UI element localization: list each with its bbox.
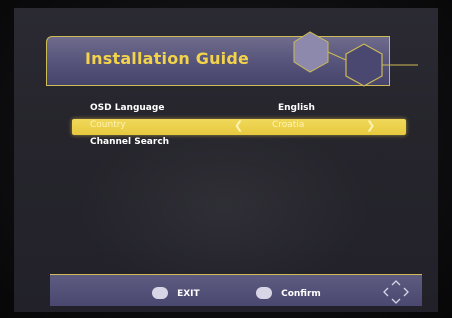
tv-screen: Installation Guide OSD Language English … (14, 8, 438, 312)
osd-language-value: English (278, 103, 315, 113)
country-value: Croatia (272, 120, 305, 130)
dpad-arrows-icon (383, 280, 409, 304)
ok-key-icon (256, 286, 272, 299)
settings-menu: OSD Language English Country ❮ Croatia ❯… (14, 8, 438, 312)
chevron-left-icon[interactable]: ❮ (234, 119, 243, 132)
channel-search-label: Channel Search (90, 137, 170, 147)
exit-key-icon (152, 286, 168, 299)
confirm-label: Confirm (281, 288, 321, 299)
menu-row-osd-language[interactable]: OSD Language English (72, 102, 406, 118)
exit-label: EXIT (177, 288, 200, 299)
exit-button[interactable]: EXIT (152, 283, 200, 299)
confirm-button[interactable]: Confirm (256, 283, 321, 299)
country-label: Country (90, 120, 126, 130)
menu-row-channel-search[interactable]: Channel Search (72, 136, 406, 152)
chevron-right-icon[interactable]: ❯ (366, 119, 375, 132)
menu-row-country[interactable]: Country ❮ Croatia ❯ (72, 119, 406, 135)
tv-bezel: Installation Guide OSD Language English … (0, 0, 452, 318)
osd-language-label: OSD Language (90, 103, 165, 113)
footer-bar: EXIT Confirm (50, 274, 422, 306)
